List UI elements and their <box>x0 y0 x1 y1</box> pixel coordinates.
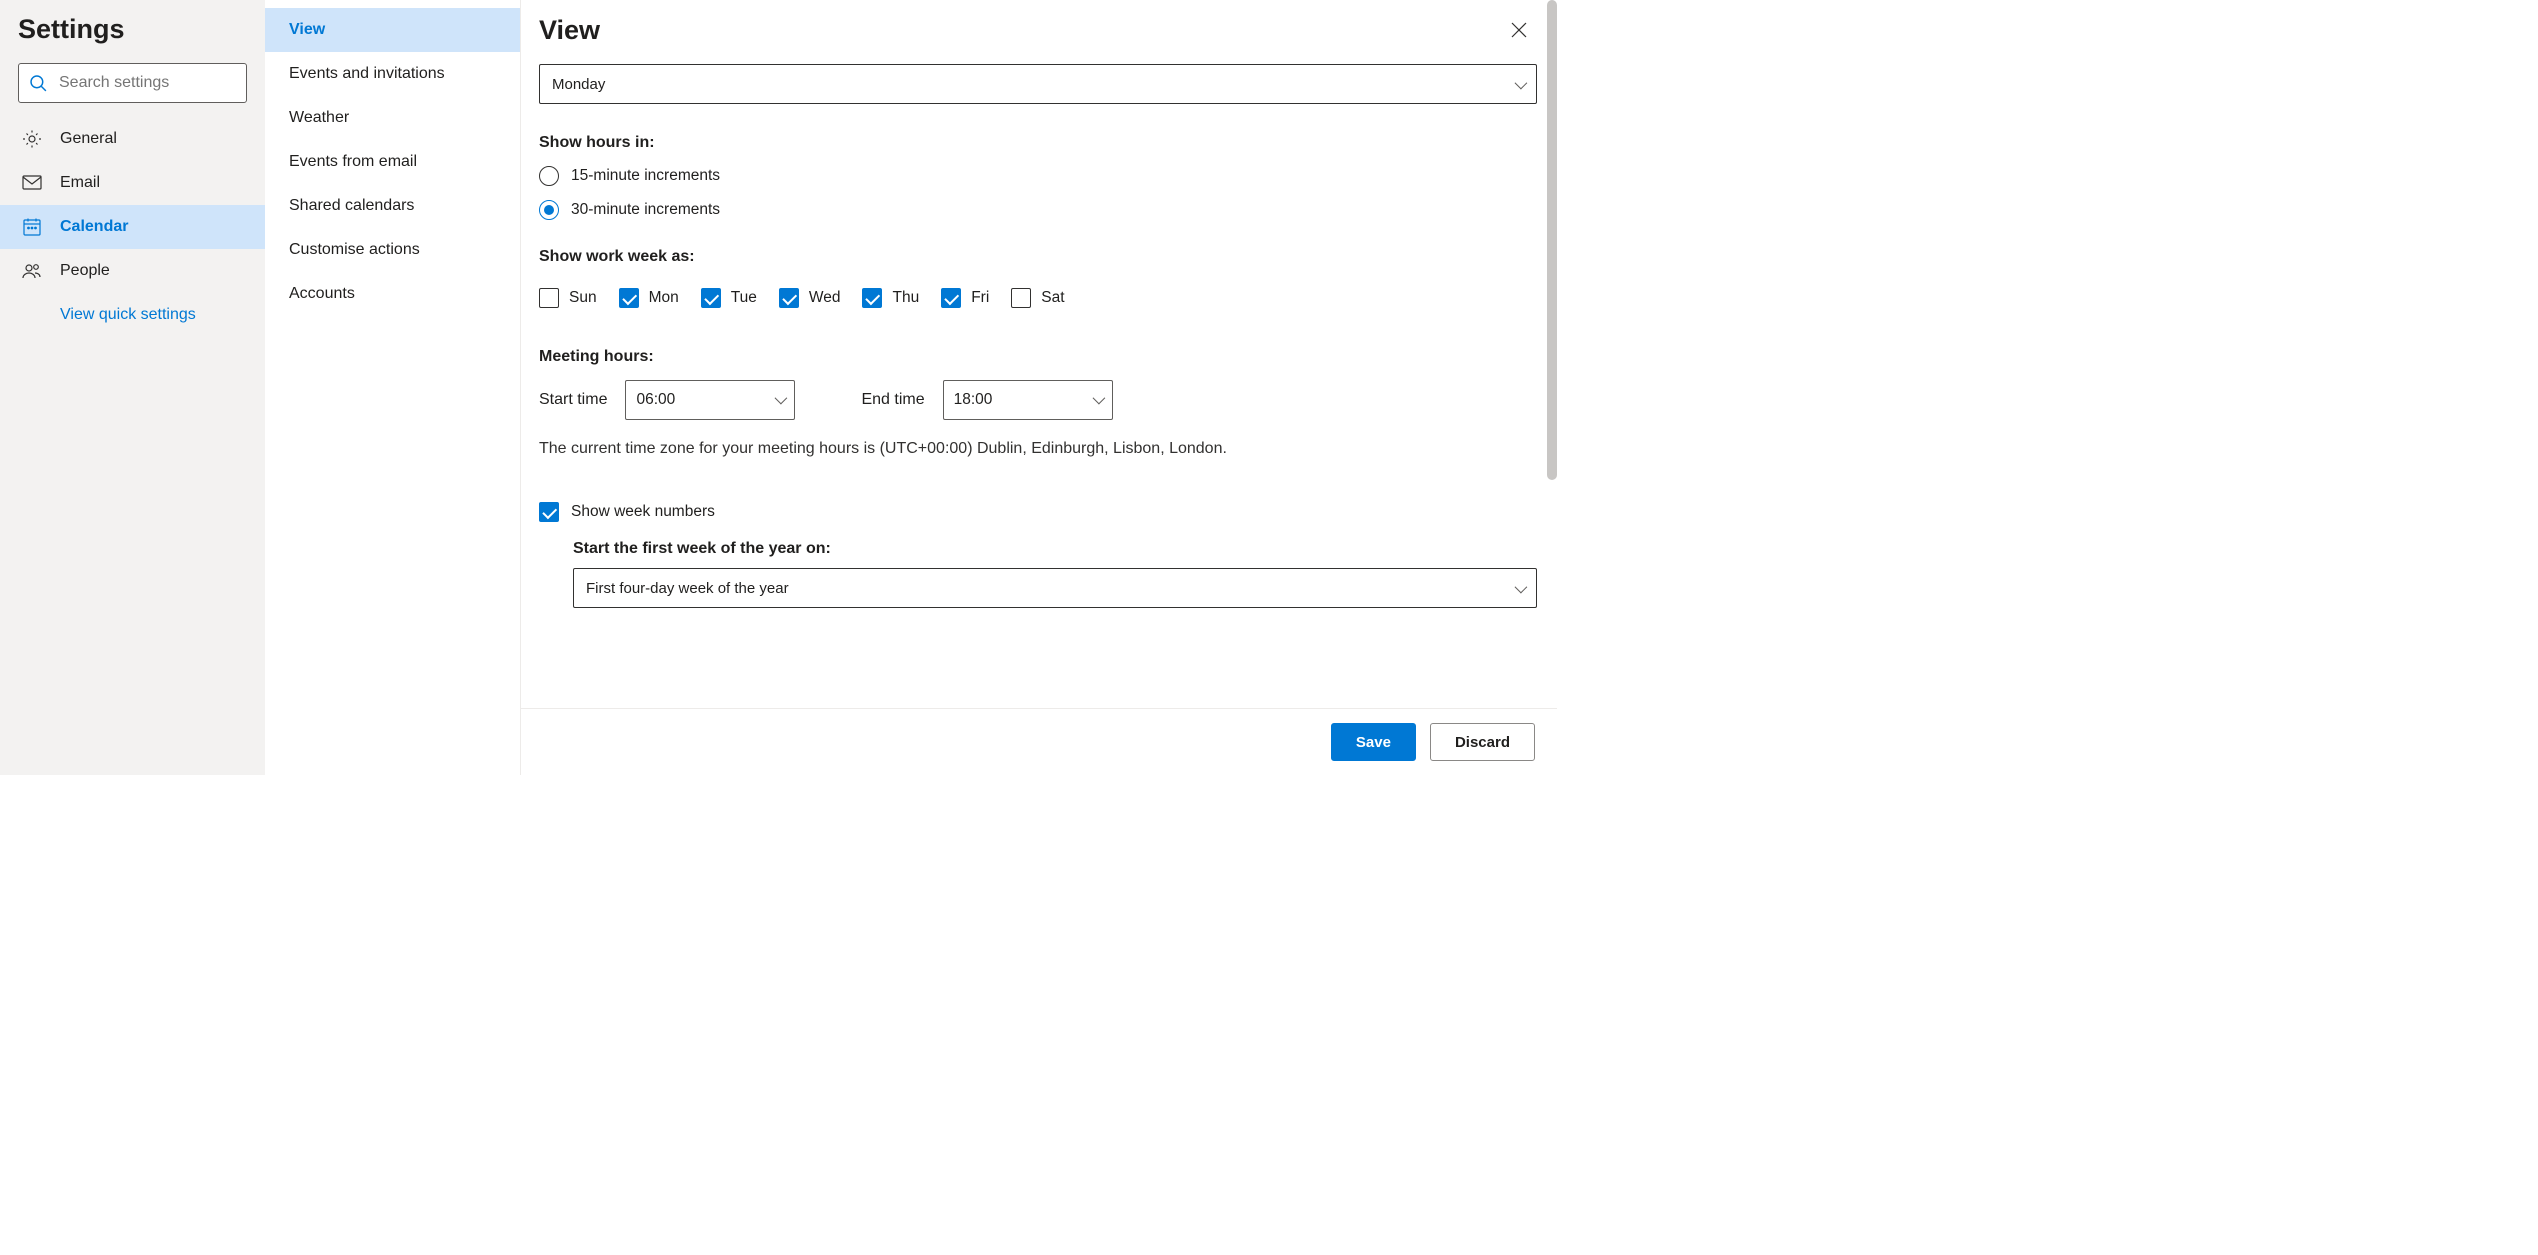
subnav-item-events-from-email[interactable]: Events from email <box>265 140 520 184</box>
close-button[interactable] <box>1503 14 1535 46</box>
checkbox-icon <box>779 288 799 308</box>
radio-15-min[interactable]: 15-minute increments <box>539 166 1537 186</box>
save-button[interactable]: Save <box>1331 723 1416 761</box>
radio-icon <box>539 166 559 186</box>
work-week-days: Sun Mon Tue Wed Thu Fri Sat <box>539 288 1537 308</box>
chevron-down-icon <box>1515 76 1524 93</box>
settings-title: Settings <box>18 14 265 45</box>
radio-icon <box>539 200 559 220</box>
main-scroll-area[interactable]: Monday Show hours in: 15-minute incremen… <box>521 46 1557 708</box>
show-work-week-label: Show work week as: <box>539 248 1537 266</box>
start-time-value: 06:00 <box>636 391 675 409</box>
subnav-item-shared-calendars[interactable]: Shared calendars <box>265 184 520 228</box>
gear-icon <box>22 129 42 149</box>
sidebar-item-label: People <box>60 262 110 280</box>
checkbox-icon <box>941 288 961 308</box>
page-title: View <box>539 15 600 46</box>
search-icon <box>29 74 47 92</box>
sidebar-item-label: Email <box>60 174 100 192</box>
subnav-item-view[interactable]: View <box>265 8 520 52</box>
day-sun[interactable]: Sun <box>539 288 597 308</box>
people-icon <box>22 261 42 281</box>
end-time-select[interactable]: 18:00 <box>943 380 1113 420</box>
subnav-item-weather[interactable]: Weather <box>265 96 520 140</box>
calendar-icon <box>22 217 42 237</box>
main-panel: View Monday Show hours in: 15-minute inc… <box>521 0 1557 775</box>
scrollbar[interactable] <box>1547 46 1557 480</box>
start-time-label: Start time <box>539 391 607 409</box>
chevron-down-icon <box>1515 580 1524 597</box>
sidebar-item-email[interactable]: Email <box>0 161 265 205</box>
first-week-select[interactable]: First four-day week of the year <box>573 568 1537 608</box>
day-wed[interactable]: Wed <box>779 288 841 308</box>
timezone-note: The current time zone for your meeting h… <box>539 440 1537 458</box>
chevron-down-icon <box>1093 391 1102 409</box>
subnav-item-accounts[interactable]: Accounts <box>265 272 520 316</box>
day-thu[interactable]: Thu <box>862 288 919 308</box>
sidebar-item-general[interactable]: General <box>0 117 265 161</box>
search-settings-input-wrap[interactable] <box>18 63 247 103</box>
checkbox-icon <box>619 288 639 308</box>
checkbox-icon <box>862 288 882 308</box>
view-quick-settings-link[interactable]: View quick settings <box>0 293 265 337</box>
day-sat[interactable]: Sat <box>1011 288 1064 308</box>
week-start-value: Monday <box>552 76 605 93</box>
radio-30-min[interactable]: 30-minute increments <box>539 200 1537 220</box>
sidebar-item-label: General <box>60 130 117 148</box>
search-settings-input[interactable] <box>57 73 236 93</box>
day-fri[interactable]: Fri <box>941 288 989 308</box>
meeting-hours-label: Meeting hours: <box>539 348 1537 366</box>
chevron-down-icon <box>775 391 784 409</box>
discard-button[interactable]: Discard <box>1430 723 1535 761</box>
show-week-numbers-checkbox[interactable]: Show week numbers <box>539 502 1537 522</box>
sidebar-item-people[interactable]: People <box>0 249 265 293</box>
first-week-label: Start the first week of the year on: <box>573 540 1537 558</box>
show-hours-label: Show hours in: <box>539 134 1537 152</box>
week-start-select[interactable]: Monday <box>539 64 1537 104</box>
end-time-label: End time <box>861 391 924 409</box>
settings-sidebar: Settings General Email <box>0 0 265 775</box>
checkbox-icon <box>1011 288 1031 308</box>
sidebar-item-label: Calendar <box>60 218 128 236</box>
close-icon <box>1511 22 1527 38</box>
checkbox-icon <box>539 502 559 522</box>
start-time-select[interactable]: 06:00 <box>625 380 795 420</box>
day-mon[interactable]: Mon <box>619 288 679 308</box>
day-tue[interactable]: Tue <box>701 288 757 308</box>
calendar-subnav: View Events and invitations Weather Even… <box>265 0 521 775</box>
footer-actions: Save Discard <box>521 708 1557 775</box>
subnav-item-customise-actions[interactable]: Customise actions <box>265 228 520 272</box>
checkbox-icon <box>701 288 721 308</box>
end-time-value: 18:00 <box>954 391 993 409</box>
checkbox-icon <box>539 288 559 308</box>
sidebar-item-calendar[interactable]: Calendar <box>0 205 265 249</box>
subnav-item-events-invitations[interactable]: Events and invitations <box>265 52 520 96</box>
mail-icon <box>22 173 42 193</box>
first-week-value: First four-day week of the year <box>586 580 789 597</box>
